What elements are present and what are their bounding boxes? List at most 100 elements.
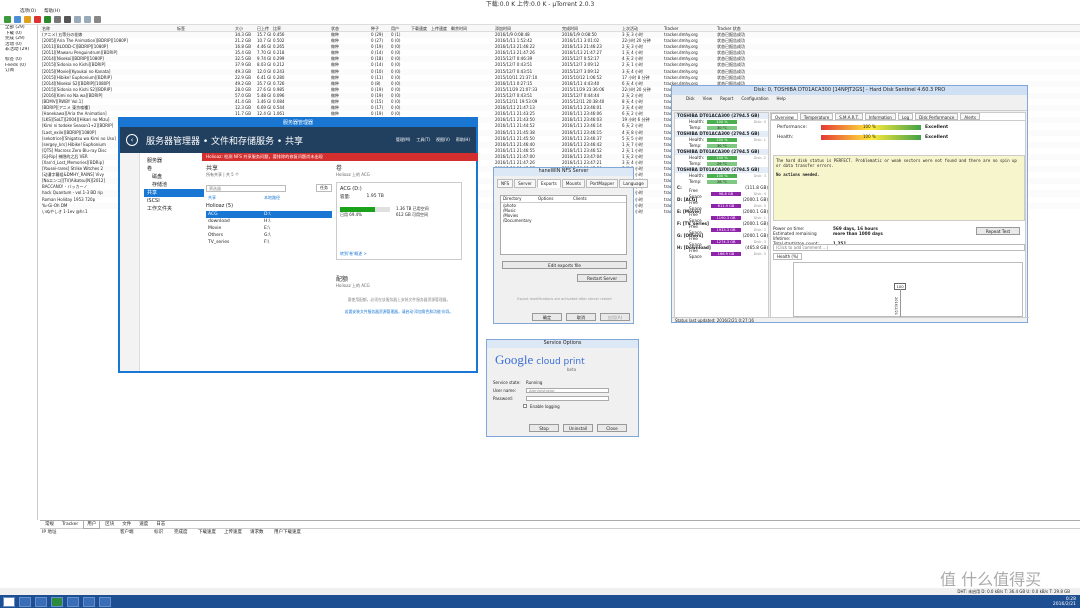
column-up-speed[interactable]: 上传速度 [429,25,449,31]
column-peers[interactable]: 用户 [389,25,409,31]
menu-report[interactable]: Report [720,95,733,102]
column-added[interactable]: 添加时间 [493,25,560,31]
tab-log[interactable]: 日志 [153,521,168,528]
tab-health-chart[interactable]: Health (%) [773,253,803,260]
sidebar-item-subscribe[interactable]: 订阅 [0,68,37,74]
explorer-icon[interactable] [19,596,31,607]
alert-banner[interactable]: Holioaz: 检测 NFS 共享服务问题，要排除的修复问题尚未出现 [202,153,478,161]
menu-view[interactable]: 视图(V) [436,137,450,143]
menu-configuration[interactable]: Configuration [741,95,768,102]
user-input[interactable]: Administrator [526,387,609,393]
system-clock[interactable]: 0:28 2016/2/21 [1053,597,1080,607]
apply-button[interactable]: 应用(A) [600,313,630,321]
column-tracker[interactable]: Tracker [662,25,715,31]
tab-portmapper[interactable]: PortMapper [586,179,619,188]
menu-manage[interactable]: 管理(M) [396,137,411,143]
filter-input[interactable]: 筛选器 [206,184,286,192]
peers-col-reqs[interactable]: 请求数 [250,529,274,536]
col-path[interactable]: 本地路径 [264,195,280,201]
menu-disk[interactable]: Disk [686,95,695,102]
tab-speed[interactable]: 速度 [136,521,151,528]
nav-iscsi[interactable]: iSCSI [144,197,204,205]
tab-mounts[interactable]: Mounts [561,179,586,188]
repeat-test-button[interactable]: Repeat Test [976,227,1020,235]
restart-server-button[interactable]: Restart Server [577,274,627,282]
comment-input[interactable]: (Click to add comment ...) [773,244,1025,251]
peers-col-ip[interactable]: IP 地址 [40,529,120,536]
export-row[interactable]: /Documentary [503,218,626,223]
uninstall-button[interactable]: Uninstall [563,424,593,432]
peers-col-flags[interactable]: 标识 [154,529,174,536]
tab-nfs[interactable]: NFS [497,179,514,188]
remove-icon[interactable] [34,16,41,23]
tab-overview[interactable]: Overview [771,113,798,120]
column-ratio[interactable]: 比率 [271,25,329,31]
terminal-icon[interactable] [35,596,47,607]
tab-files[interactable]: 文件 [119,521,134,528]
share-row[interactable]: ACG D:\ [206,211,332,218]
column-uploaded[interactable]: 已上传 [255,25,271,31]
tab-log[interactable]: Log [897,113,914,120]
tab-exports[interactable]: Exports [536,179,561,188]
nav-work-folders[interactable]: 工作文件夹 [144,205,204,213]
column-seeds[interactable]: 种子 [369,25,389,31]
tab-disk-performance[interactable]: Disk Performance [915,113,959,120]
peers-col-client[interactable]: 客户端 [120,529,154,536]
peers-col-peer-down[interactable]: 用户下载速度 [274,529,314,536]
sidebar-item-inactive[interactable]: 非活动 (29) [0,47,37,53]
col-directory[interactable]: Directory [501,196,536,202]
tab-server[interactable]: Server [514,179,536,188]
quota-install-link[interactable]: 若要安装文件服务器资源管理器，请启动'添加角色和功能'向导。 [336,309,462,315]
add-torrent-icon[interactable] [4,16,11,23]
menu-help[interactable]: 帮助(H) [456,137,470,143]
share-row[interactable]: TV_series F:\ [206,239,332,246]
volume-overview-link[interactable]: 转到'卷'概述 > [340,251,367,257]
server-manager-icon[interactable] [67,596,79,607]
share-row[interactable]: download H:\ [206,218,332,225]
column-completed[interactable]: 完成时间 [560,25,620,31]
menu-help[interactable]: Help [777,95,786,102]
tab-alerts[interactable]: Alerts [960,113,980,120]
tab-language[interactable]: Language [619,179,648,188]
share-row[interactable]: Movie E:\ [206,225,332,232]
tab-tracker[interactable]: Tracker [59,521,81,528]
start-button-icon[interactable] [3,596,15,607]
pause-icon[interactable] [54,16,61,23]
up-icon[interactable] [74,16,81,23]
server-group[interactable]: Holioaz (5) [206,203,332,209]
tab-temperature[interactable]: Temperature [799,113,834,120]
menu-tools[interactable]: 工具(T) [416,137,430,143]
add-url-icon[interactable] [14,16,21,23]
tab-smart[interactable]: S.M.A.R.T. [835,113,863,120]
stop-button[interactable]: Stop [529,424,559,432]
tasks-button[interactable]: 任务 [316,184,332,192]
settings-icon[interactable] [94,16,101,23]
utorrent-icon[interactable] [51,596,63,607]
col-options[interactable]: Options [536,196,571,202]
column-eta[interactable]: 剩余时间 [449,25,493,31]
column-label[interactable]: 标签 [175,25,233,31]
column-down-speed[interactable]: 下载速度 [409,25,429,31]
column-last-active[interactable]: 上次活动 [620,25,662,31]
nfs-icon[interactable] [83,596,95,607]
ok-button[interactable]: 确定 [532,313,562,321]
col-clients[interactable]: Clients [571,196,606,202]
close-button[interactable]: Close [597,424,627,432]
create-torrent-icon[interactable] [24,16,31,23]
peers-col-up[interactable]: 上传速度 [224,529,250,536]
column-size[interactable]: 大小 [233,25,255,31]
column-tracker-status[interactable]: Tracker 状态 [715,25,775,31]
nav-disks[interactable]: 磁盘 [144,173,204,181]
stop-icon[interactable] [64,16,71,23]
password-input[interactable] [526,395,609,401]
logging-checkbox[interactable] [523,404,527,408]
menu-view[interactable]: View [703,95,713,102]
back-icon[interactable]: ‹ [126,134,138,146]
nav-servers[interactable]: 服务器 [144,157,204,165]
cancel-button[interactable]: 取消 [566,313,596,321]
col-share[interactable]: 共享 [206,195,264,201]
peers-col-down[interactable]: 下载速度 [198,529,224,536]
tab-general[interactable]: 常规 [42,521,57,528]
edit-exports-button[interactable]: Edit exports file [502,261,627,269]
down-icon[interactable] [84,16,91,23]
